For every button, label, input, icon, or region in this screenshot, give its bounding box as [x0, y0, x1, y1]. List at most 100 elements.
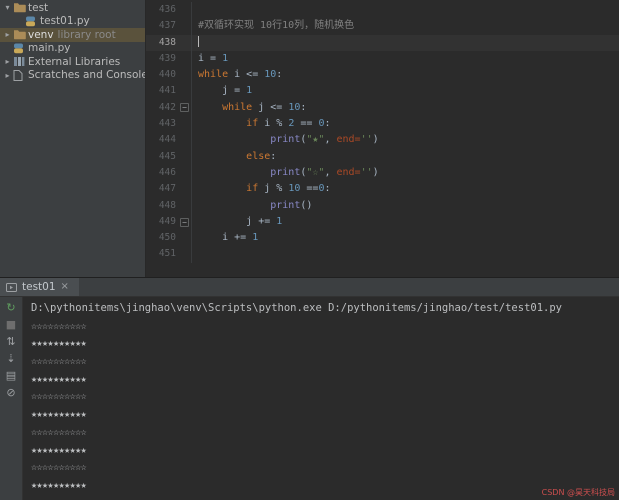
- token-plain: ): [373, 134, 379, 145]
- token-str: "★": [306, 134, 324, 145]
- console-line: ☆☆☆☆☆☆☆☆☆☆: [31, 424, 619, 442]
- tree-item-main-py[interactable]: main.py: [0, 42, 145, 56]
- tree-item-label: External Libraries: [28, 56, 120, 68]
- scroll-to-end-icon[interactable]: ⇣: [3, 351, 20, 366]
- tree-item-label: Scratches and Consoles: [28, 69, 146, 81]
- code-line-439[interactable]: 439i = 1: [146, 51, 619, 67]
- line-number: 447: [146, 181, 178, 197]
- fold-collapse-icon[interactable]: −: [178, 214, 192, 230]
- run-tab-label: test01: [22, 281, 56, 293]
- token-plain: i =: [198, 53, 222, 64]
- token-kwarg: end=: [337, 167, 361, 178]
- python-file-icon: [25, 16, 40, 27]
- token-plain: :: [324, 118, 330, 129]
- chevron-down-icon[interactable]: ▾: [2, 3, 13, 12]
- tree-item-external-libraries[interactable]: ▸ External Libraries: [0, 55, 145, 69]
- code-line-438[interactable]: 438: [146, 35, 619, 51]
- code-line-448[interactable]: 448 print(): [146, 198, 619, 214]
- token-str: '': [361, 134, 373, 145]
- token-kwarg: end=: [337, 134, 361, 145]
- code-line-449[interactable]: 449− j += 1: [146, 214, 619, 230]
- python-file-icon: [13, 43, 28, 54]
- token-plain: (): [300, 200, 312, 211]
- tree-item-venv[interactable]: ▸venvlibrary root: [0, 28, 145, 42]
- fold-minus-icon[interactable]: −: [180, 218, 189, 227]
- fold-spacer: [178, 18, 192, 34]
- code-line-450[interactable]: 450 i += 1: [146, 230, 619, 246]
- chevron-right-icon[interactable]: ▸: [2, 57, 13, 66]
- code-line-440[interactable]: 440while i <= 10:: [146, 67, 619, 83]
- code-line-443[interactable]: 443 if i % 2 == 0:: [146, 116, 619, 132]
- console-output: ☆☆☆☆☆☆☆☆☆☆★★★★★★★★★★☆☆☆☆☆☆☆☆☆☆★★★★★★★★★★…: [31, 318, 619, 495]
- code-line-442[interactable]: 442− while j <= 10:: [146, 100, 619, 116]
- console-line: ☆☆☆☆☆☆☆☆☆☆: [31, 353, 619, 371]
- token-num: 10: [264, 69, 276, 80]
- stop-icon[interactable]: ■: [3, 317, 20, 332]
- token-plain: [198, 200, 270, 211]
- token-builtin: print: [270, 134, 300, 145]
- fold-spacer: [178, 83, 192, 99]
- code-line-445[interactable]: 445 else:: [146, 149, 619, 165]
- tree-item-test01-py[interactable]: test01.py: [0, 15, 145, 29]
- token-builtin: print: [270, 167, 300, 178]
- close-tab-icon[interactable]: ×: [61, 282, 69, 292]
- line-number: 442: [146, 100, 178, 116]
- token-num: 1: [276, 216, 282, 227]
- run-toolbar: ↻ ■ ⇅ ⇣ ▤ ⊘: [0, 297, 23, 500]
- soft-wrap-icon[interactable]: ⇅: [3, 334, 20, 349]
- tree-item-test[interactable]: ▾ test: [0, 1, 145, 15]
- code-line-444[interactable]: 444 print("★", end=''): [146, 132, 619, 148]
- fold-spacer: [178, 2, 192, 18]
- code-text: print("★", end=''): [192, 132, 379, 148]
- fold-minus-icon[interactable]: −: [180, 103, 189, 112]
- print-icon[interactable]: ▤: [3, 368, 20, 383]
- console-line: ★★★★★★★★★★: [31, 335, 619, 353]
- token-num: 1: [222, 53, 228, 64]
- console-line: ★★★★★★★★★★: [31, 406, 619, 424]
- token-plain: [198, 183, 246, 194]
- token-plain: i <=: [228, 69, 264, 80]
- run-tab-test01[interactable]: test01 ×: [0, 278, 79, 296]
- token-plain: ,: [324, 134, 336, 145]
- folder-icon: [13, 29, 28, 40]
- code-line-436[interactable]: 436: [146, 2, 619, 18]
- code-line-451[interactable]: 451: [146, 246, 619, 262]
- console-line: ☆☆☆☆☆☆☆☆☆☆: [31, 318, 619, 336]
- code-line-446[interactable]: 446 print("☆", end=''): [146, 165, 619, 181]
- token-plain: :: [324, 183, 330, 194]
- rerun-icon[interactable]: ↻: [3, 300, 20, 315]
- token-plain: :: [276, 69, 282, 80]
- code-text: print(): [192, 198, 312, 214]
- token-plain: ==: [294, 118, 318, 129]
- code-line-437[interactable]: 437#双循环实现 10行10列，随机换色: [146, 18, 619, 34]
- console-line: ☆☆☆☆☆☆☆☆☆☆: [31, 388, 619, 406]
- token-kw: if: [246, 118, 258, 129]
- console-output-wrap: D:\pythonitems\jinghao\venv\Scripts\pyth…: [23, 297, 619, 500]
- line-number: 437: [146, 18, 178, 34]
- code-text: if j % 10 ==0:: [192, 181, 331, 197]
- token-builtin: print: [270, 200, 300, 211]
- fold-spacer: [178, 149, 192, 165]
- code-line-447[interactable]: 447 if j % 10 ==0:: [146, 181, 619, 197]
- token-num: 10: [288, 102, 300, 113]
- token-num: 1: [252, 232, 258, 243]
- chevron-right-icon[interactable]: ▸: [2, 71, 13, 80]
- tree-item-scratches-and-consoles[interactable]: ▸ Scratches and Consoles: [0, 69, 145, 83]
- token-plain: j =: [198, 85, 246, 96]
- token-str: '': [361, 167, 373, 178]
- run-config-icon: [6, 278, 17, 297]
- line-number: 448: [146, 198, 178, 214]
- editor: 436437#双循环实现 10行10列，随机换色438439i = 1440wh…: [146, 0, 619, 277]
- code-area: 436437#双循环实现 10行10列，随机换色438439i = 1440wh…: [146, 2, 619, 263]
- chevron-right-icon[interactable]: ▸: [2, 30, 13, 39]
- clear-all-icon[interactable]: ⊘: [3, 385, 20, 400]
- console-line: ★★★★★★★★★★: [31, 442, 619, 460]
- fold-collapse-icon[interactable]: −: [178, 100, 192, 116]
- tree-item-label: test: [28, 2, 48, 14]
- code-text: if i % 2 == 0:: [192, 116, 331, 132]
- line-number: 440: [146, 67, 178, 83]
- run-tabbar: test01 ×: [0, 278, 619, 297]
- code-line-441[interactable]: 441 j = 1: [146, 83, 619, 99]
- project-panel: ▾testtest01.py▸venvlibrary rootmain.py▸E…: [0, 0, 146, 277]
- code-text: print("☆", end=''): [192, 165, 379, 181]
